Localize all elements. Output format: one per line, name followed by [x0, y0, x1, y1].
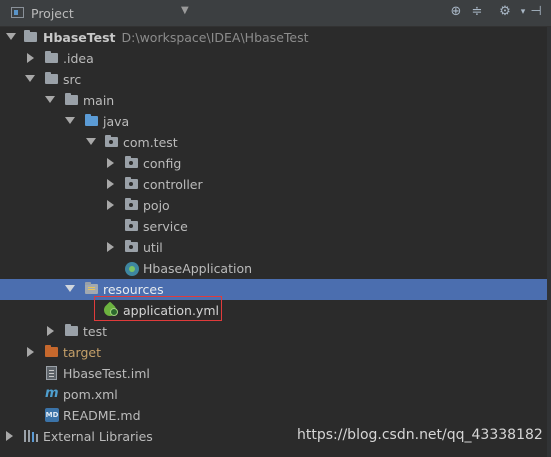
package-icon	[125, 177, 138, 189]
expand-arrow-icon[interactable]	[25, 75, 35, 82]
hide-icon[interactable]: ⊣	[528, 4, 544, 19]
target-icon[interactable]: ⊕	[448, 4, 464, 19]
collapse-arrow-icon[interactable]	[107, 158, 114, 168]
project-view-icon	[11, 7, 24, 18]
folder-icon	[65, 93, 78, 105]
tree-item-application-yml[interactable]: application.yml	[0, 300, 551, 321]
package-icon	[125, 198, 138, 210]
project-toolbar: Project ▼ ⊕ ≑ ⚙ ▾ ⊣	[0, 0, 551, 27]
source-folder-icon	[85, 114, 98, 126]
gear-icon[interactable]: ⚙	[497, 4, 513, 19]
project-view-title[interactable]: Project	[31, 6, 74, 21]
module-file-icon	[46, 366, 57, 380]
tree-item-label: .idea	[63, 51, 94, 66]
tree-item-resources[interactable]: resources	[0, 279, 551, 300]
tree-item-readme[interactable]: MD README.md	[0, 405, 551, 426]
tree-item-label: README.md	[63, 408, 141, 423]
collapse-icon[interactable]: ≑	[469, 4, 485, 19]
collapse-arrow-icon[interactable]	[107, 242, 114, 252]
maven-icon: m	[45, 386, 59, 401]
tree-item-label: service	[143, 219, 188, 234]
expand-arrow-icon[interactable]	[6, 33, 16, 40]
collapse-arrow-icon[interactable]	[27, 347, 34, 357]
tree-item-src[interactable]: src	[0, 69, 551, 90]
scrollbar-track[interactable]	[547, 27, 551, 457]
tree-item-pom[interactable]: m pom.xml	[0, 384, 551, 405]
folder-icon	[45, 51, 58, 63]
tree-item-controller[interactable]: controller	[0, 174, 551, 195]
tree-item-java[interactable]: java	[0, 111, 551, 132]
excluded-folder-icon	[45, 345, 58, 357]
tree-item-hbase-application[interactable]: HbaseApplication	[0, 258, 551, 279]
module-folder-icon	[24, 30, 37, 42]
tree-item-iml[interactable]: HbaseTest.iml	[0, 363, 551, 384]
tree-item-label: main	[83, 93, 115, 108]
tree-item-label: java	[103, 114, 130, 129]
root-path: D:\workspace\IDEA\HbaseTest	[121, 30, 309, 45]
tree-item-label: HbaseTest.iml	[63, 366, 150, 381]
tree-item-package[interactable]: com.test	[0, 132, 551, 153]
expand-arrow-icon[interactable]	[65, 285, 75, 292]
collapse-arrow-icon[interactable]	[27, 53, 34, 63]
tree-item-label: test	[83, 324, 108, 339]
collapse-arrow-icon[interactable]	[107, 179, 114, 189]
tree-item-label: pom.xml	[63, 387, 118, 402]
package-icon	[105, 135, 118, 147]
collapse-arrow-icon[interactable]	[107, 200, 114, 210]
root-name: HbaseTest	[43, 30, 116, 45]
package-icon	[125, 240, 138, 252]
tree-item-root[interactable]: HbaseTest D:\workspace\IDEA\HbaseTest	[0, 27, 551, 48]
spring-boot-class-icon	[125, 262, 139, 276]
tree-item-pojo[interactable]: pojo	[0, 195, 551, 216]
package-icon	[125, 156, 138, 168]
tree-item-service[interactable]: service	[0, 216, 551, 237]
tree-item-util[interactable]: util	[0, 237, 551, 258]
tree-item-label: controller	[143, 177, 203, 192]
libraries-icon	[24, 430, 38, 442]
folder-icon	[45, 72, 58, 84]
expand-arrow-icon[interactable]	[86, 138, 96, 145]
folder-icon	[65, 324, 78, 336]
tree-item-config[interactable]: config	[0, 153, 551, 174]
highlight-annotation-box	[94, 296, 222, 321]
tree-item-label: resources	[103, 282, 164, 297]
collapse-arrow-icon[interactable]	[6, 431, 13, 441]
chevron-down-icon[interactable]: ▼	[181, 5, 189, 16]
tree-item-label: com.test	[123, 135, 178, 150]
tree-item-label: target	[63, 345, 102, 360]
markdown-icon: MD	[45, 408, 59, 422]
resources-folder-icon	[85, 282, 98, 294]
tree-item-label: config	[143, 156, 182, 171]
expand-arrow-icon[interactable]	[65, 117, 75, 124]
tree-item-label: src	[63, 72, 82, 87]
tree-item-target[interactable]: target	[0, 342, 551, 363]
collapse-arrow-icon[interactable]	[47, 326, 54, 336]
tree-item-test[interactable]: test	[0, 321, 551, 342]
expand-arrow-icon[interactable]	[45, 96, 55, 103]
package-icon	[125, 219, 138, 231]
watermark-text: https://blog.csdn.net/qq_43338182	[297, 427, 543, 443]
tree-item-label: util	[143, 240, 163, 255]
tree-item-label: External Libraries	[43, 429, 153, 444]
tree-item-label: pojo	[143, 198, 170, 213]
project-tree[interactable]: HbaseTest D:\workspace\IDEA\HbaseTest .id…	[0, 27, 551, 457]
tree-item-idea[interactable]: .idea	[0, 48, 551, 69]
tree-item-main[interactable]: main	[0, 90, 551, 111]
tree-item-label: HbaseApplication	[143, 261, 253, 276]
